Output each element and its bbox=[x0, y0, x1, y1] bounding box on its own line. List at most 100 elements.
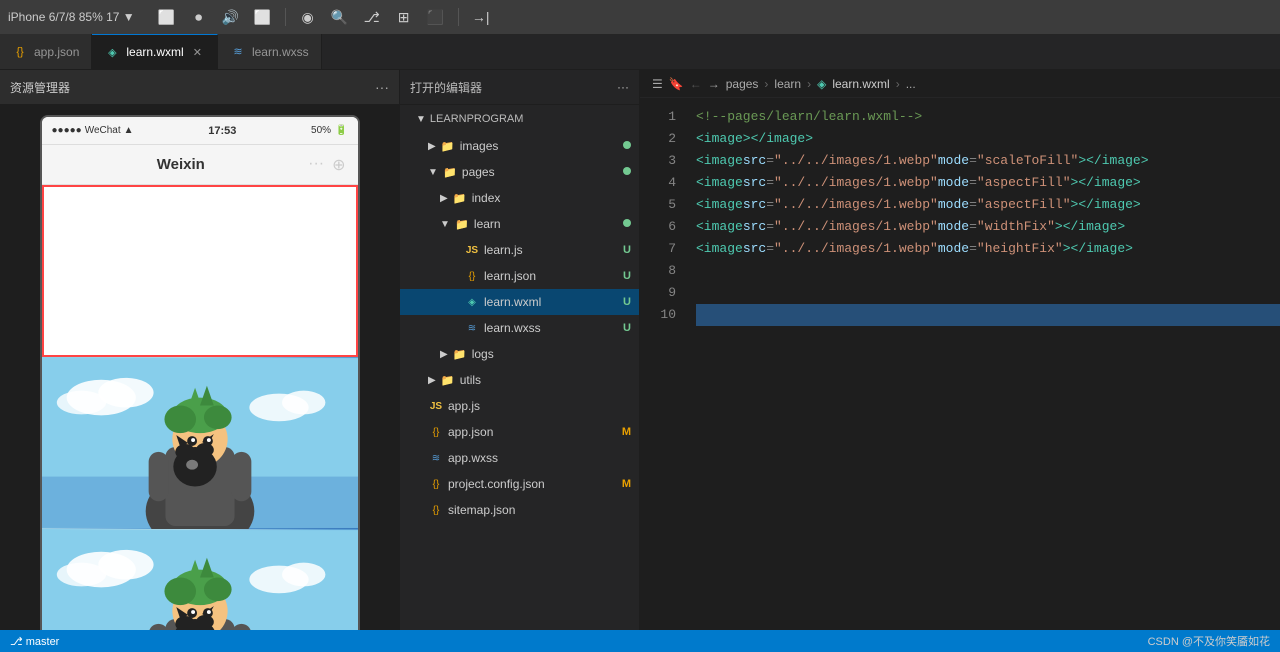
chevron-down-icon-pages: ▼ bbox=[428, 167, 438, 178]
chevron-right-icon: ▶ bbox=[428, 141, 436, 152]
tok-tag-3c: ></image> bbox=[1078, 150, 1148, 172]
tab-learn-wxss[interactable]: ≋ learn.wxss bbox=[218, 34, 322, 69]
ft-badge-learn bbox=[623, 218, 631, 230]
chevron-right-icon-utils: ▶ bbox=[428, 375, 436, 386]
ft-badge-learn-js: U bbox=[623, 244, 631, 256]
phone-toolbar: 资源管理器 ··· bbox=[0, 70, 399, 105]
chevron-right-icon-logs: ▶ bbox=[440, 349, 448, 360]
code-line-7: <image src="../../images/1.webp" mode="h… bbox=[696, 238, 1280, 260]
toolbar-icon-debug[interactable]: ⬛ bbox=[422, 3, 450, 31]
phone-nav-right-icons: ··· ⊕ bbox=[308, 155, 345, 175]
phone-signal: ●●●●● bbox=[52, 125, 82, 136]
ft-badge-project-config: M bbox=[622, 478, 631, 490]
json-icon-project: {} bbox=[428, 476, 444, 492]
bc-icon-back[interactable]: ← bbox=[690, 77, 702, 91]
tok-tag-7c: ></image> bbox=[1063, 238, 1133, 260]
phone-image-1-placeholder bbox=[42, 185, 358, 357]
status-watermark: CSDN @不及你笑靥如花 bbox=[1148, 633, 1270, 649]
ft-badge-learn-wxss: U bbox=[623, 322, 631, 334]
ft-item-index[interactable]: ▶ 📁 index bbox=[400, 185, 639, 211]
bc-icon-list[interactable]: ☰ bbox=[652, 77, 663, 91]
line-numbers: 1 2 3 4 5 6 7 8 9 10 bbox=[640, 98, 688, 630]
tok-tag-6a: <image bbox=[696, 216, 743, 238]
bc-ellipsis: ... bbox=[906, 77, 916, 91]
tab-icon-wxss: ≋ bbox=[230, 44, 246, 60]
tok-str-3a: "../../images/1.webp" bbox=[774, 150, 938, 172]
phone-dots-icon[interactable]: ··· bbox=[308, 155, 324, 175]
js-icon-app: JS bbox=[428, 398, 444, 414]
ft-label-pages: pages bbox=[462, 165, 495, 179]
tok-attr-5b: mode bbox=[938, 194, 969, 216]
ft-label-learn-json: learn.json bbox=[484, 269, 536, 283]
ft-item-app-wxss[interactable]: ≋ app.wxss bbox=[400, 445, 639, 471]
toolbar-icon-search[interactable]: 🔍 bbox=[326, 3, 354, 31]
ft-item-logs[interactable]: ▶ 📁 logs bbox=[400, 341, 639, 367]
ft-item-sitemap[interactable]: {} sitemap.json bbox=[400, 497, 639, 523]
tok-attr-7a: src bbox=[743, 238, 766, 260]
toolbar-icon-audio[interactable]: 🔊 bbox=[217, 3, 245, 31]
phone-carrier: WeChat bbox=[85, 125, 121, 136]
ft-label-index: index bbox=[472, 191, 501, 205]
toolbar-icon-branch[interactable]: ⎇ bbox=[358, 3, 386, 31]
ft-item-learn-json[interactable]: {} learn.json U bbox=[400, 263, 639, 289]
phone-camera-icon[interactable]: ⊕ bbox=[332, 155, 345, 175]
code-line-2: <image></image> bbox=[696, 128, 1280, 150]
toolbar-icon-grid[interactable]: ⊞ bbox=[390, 3, 418, 31]
toolbar-icon-target[interactable]: ◉ bbox=[294, 3, 322, 31]
bc-icon-bookmark[interactable]: 🔖 bbox=[669, 77, 684, 91]
tok-punct-5a: = bbox=[766, 194, 774, 216]
tok-str-5b: "aspectFill" bbox=[977, 194, 1071, 216]
toolbar-separator-2 bbox=[458, 8, 459, 26]
open-editor-label: 打开的编辑器 bbox=[410, 79, 482, 96]
tok-punct-3b: = bbox=[969, 150, 977, 172]
tab-close-learn-wxml[interactable]: ✕ bbox=[190, 45, 205, 60]
toolbar-icon-screen[interactable]: ⬜ bbox=[249, 3, 277, 31]
tok-punct-7b: = bbox=[969, 238, 977, 260]
tab-app-json[interactable]: {} app.json bbox=[0, 34, 92, 69]
editor-content[interactable]: 1 2 3 4 5 6 7 8 9 10 <!--pages/learn/lea… bbox=[640, 98, 1280, 630]
tok-tag-6c: ></image> bbox=[1055, 216, 1125, 238]
filetree-more-icon[interactable]: ··· bbox=[617, 80, 629, 94]
ft-item-images[interactable]: ▶ 📁 images bbox=[400, 133, 639, 159]
ft-label-learn-js: learn.js bbox=[484, 243, 523, 257]
toolbar-icon-layout[interactable]: ⬜ bbox=[153, 3, 181, 31]
code-editor[interactable]: <!--pages/learn/learn.wxml--> <image></i… bbox=[688, 98, 1280, 630]
json-icon-app: {} bbox=[428, 424, 444, 440]
phone-screen-wrap[interactable]: ●●●●● WeChat ▲ 17:53 50% 🔋 Weixin ··· bbox=[0, 105, 399, 630]
ft-item-learn-js[interactable]: JS learn.js U bbox=[400, 237, 639, 263]
bc-icon-forward[interactable]: → bbox=[708, 77, 720, 91]
toolbar-dots-icon: ··· bbox=[375, 79, 389, 95]
code-line-6: <image src="../../images/1.webp" mode="w… bbox=[696, 216, 1280, 238]
tok-tag-4a: <image bbox=[696, 172, 743, 194]
phone-status-left: ●●●●● WeChat ▲ bbox=[52, 125, 134, 136]
tab-label-learn-wxss: learn.wxss bbox=[252, 45, 309, 59]
ft-item-learn-wxml[interactable]: ◈ learn.wxml U bbox=[400, 289, 639, 315]
ft-label-utils: utils bbox=[460, 373, 481, 387]
ft-badge-app-json: M bbox=[622, 426, 631, 438]
filetree-section: ▼ LEARNPROGRAM ▶ 📁 images ▼ 📁 pages ▶ 📁 bbox=[400, 105, 639, 630]
ft-item-project-config[interactable]: {} project.config.json M bbox=[400, 471, 639, 497]
ft-item-app-json[interactable]: {} app.json M bbox=[400, 419, 639, 445]
ft-label-images: images bbox=[460, 139, 499, 153]
bc-sep-2: › bbox=[807, 77, 811, 91]
wxss-icon-learn: ≋ bbox=[464, 320, 480, 336]
toolbar-icon-arrow[interactable]: →| bbox=[467, 3, 495, 31]
tok-tag-7a: <image bbox=[696, 238, 743, 260]
wxss-icon-app: ≋ bbox=[428, 450, 444, 466]
ft-item-utils[interactable]: ▶ 📁 utils bbox=[400, 367, 639, 393]
folder-icon: 📁 bbox=[440, 138, 456, 154]
section-learnprogram[interactable]: ▼ LEARNPROGRAM bbox=[400, 105, 639, 133]
ft-item-app-js[interactable]: JS app.js bbox=[400, 393, 639, 419]
ft-item-learn[interactable]: ▼ 📁 learn bbox=[400, 211, 639, 237]
tok-tag-4c: ></image> bbox=[1071, 172, 1141, 194]
bc-pages: pages bbox=[726, 77, 759, 91]
toolbar-separator-1 bbox=[285, 8, 286, 26]
ft-item-pages[interactable]: ▼ 📁 pages bbox=[400, 159, 639, 185]
bc-sep-1: › bbox=[764, 77, 768, 91]
phone-image-3-anime bbox=[42, 529, 358, 630]
ft-item-learn-wxss[interactable]: ≋ learn.wxss U bbox=[400, 315, 639, 341]
ft-badge-learn-wxml: U bbox=[623, 296, 631, 308]
tok-attr-4b: mode bbox=[938, 172, 969, 194]
toolbar-icon-record[interactable]: ⏺ bbox=[185, 3, 213, 31]
tab-learn-wxml[interactable]: ◈ learn.wxml ✕ bbox=[92, 34, 218, 69]
